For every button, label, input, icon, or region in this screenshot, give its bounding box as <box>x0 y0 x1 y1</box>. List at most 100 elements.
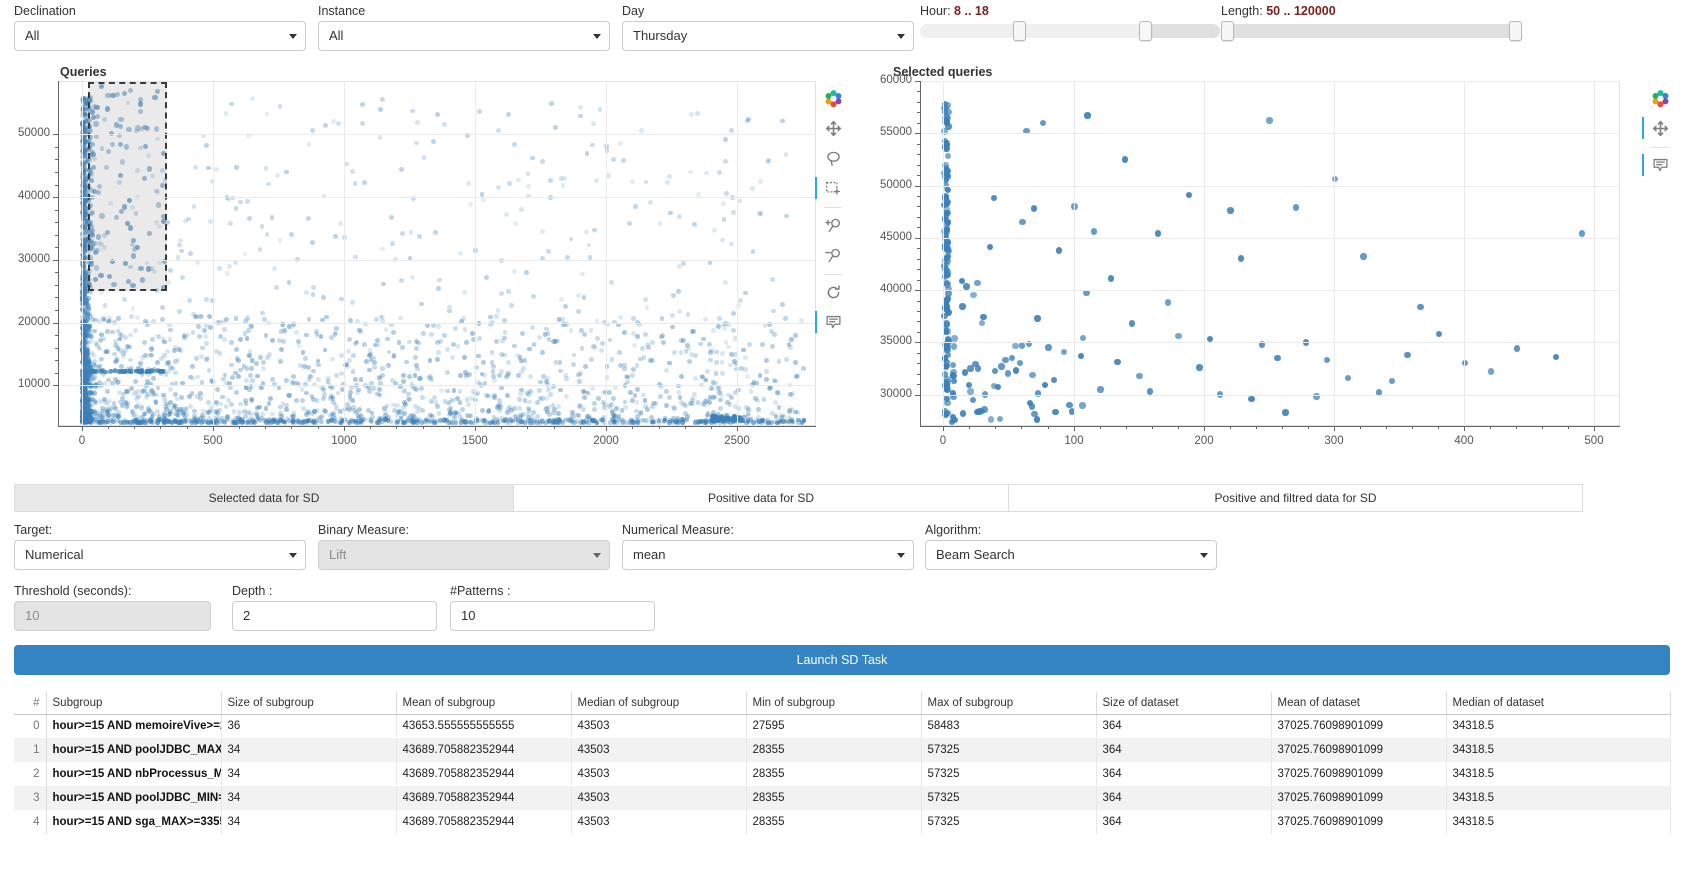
hour-slider-handle-high[interactable] <box>1139 21 1152 41</box>
scatter-point <box>667 395 673 401</box>
table-header-mean-of-dataset[interactable]: Mean of dataset <box>1271 692 1447 715</box>
tab-positive-filtred-data[interactable]: Positive and filtred data for SD <box>1008 484 1583 512</box>
scatter-point <box>591 121 597 127</box>
scatter-point <box>128 420 133 425</box>
length-slider-track[interactable] <box>1221 21 1522 41</box>
scatter-point <box>377 135 383 141</box>
scatter-point <box>406 374 412 380</box>
table-header-size-of-dataset[interactable]: Size of dataset <box>1096 692 1272 715</box>
scatter-point <box>389 240 395 246</box>
algorithm-select[interactable]: Beam Search <box>925 540 1217 570</box>
sd-data-tabs[interactable]: Selected data for SD Positive data for S… <box>14 484 1583 512</box>
table-header-subgroup[interactable]: Subgroup <box>46 692 222 715</box>
queries-plot-toolbar[interactable] <box>815 84 848 338</box>
declination-select[interactable]: All <box>14 21 306 51</box>
table-header-max-of-subgroup[interactable]: Max of subgroup <box>921 692 1097 715</box>
table-header-mean-of-subgroup[interactable]: Mean of subgroup <box>396 692 572 715</box>
scatter-point <box>944 281 951 288</box>
scatter-point <box>436 411 442 417</box>
bokeh-logo-icon[interactable] <box>819 84 847 112</box>
lasso-select-tool-icon[interactable] <box>819 144 847 172</box>
day-select[interactable]: Thursday <box>622 21 914 51</box>
scatter-point <box>622 330 628 336</box>
depth-input[interactable]: 2 <box>232 601 437 631</box>
table-header-median-of-subgroup[interactable]: Median of subgroup <box>571 692 747 715</box>
scatter-point <box>435 356 441 362</box>
pan-tool-icon[interactable] <box>819 114 847 142</box>
scatter-point <box>232 370 238 376</box>
pan-tool-icon[interactable] <box>1642 114 1674 142</box>
scatter-point <box>1028 403 1036 410</box>
instance-select[interactable]: All <box>318 21 610 51</box>
scatter-point <box>121 297 127 302</box>
zoom-in-tool-icon[interactable] <box>819 211 847 239</box>
scatter-point <box>639 128 645 134</box>
table-cell: 37025.76098901099 <box>1271 762 1447 786</box>
scatter-point <box>146 409 151 415</box>
filter-instance-label: Instance <box>318 4 366 18</box>
table-row[interactable]: 4 hour>=15 AND sga_MAX>=3355 34 43689.70588… <box>14 810 1671 834</box>
scatter-point <box>1080 335 1087 342</box>
x-axis-tick-label: 500 <box>1584 435 1604 447</box>
scatter-point <box>695 191 701 197</box>
selected-queries-plot-toolbar[interactable] <box>1642 84 1675 181</box>
scatter-point <box>720 370 726 376</box>
table-row[interactable]: 2 hour>=15 AND nbProcessus_MA 34 43689.7058… <box>14 762 1671 786</box>
scatter-point <box>314 398 320 403</box>
tab-selected-data[interactable]: Selected data for SD <box>14 484 514 512</box>
hover-tool-icon[interactable] <box>815 308 847 336</box>
table-header-median-of-dataset[interactable]: Median of dataset <box>1446 692 1671 715</box>
table-cell: 43653.555555555555 <box>396 714 572 738</box>
numerical-measure-select[interactable]: mean <box>622 540 914 570</box>
zoom-out-tool-icon[interactable] <box>819 241 847 269</box>
scatter-point <box>729 241 735 247</box>
scatter-point <box>618 140 623 146</box>
length-slider-handle-high[interactable] <box>1508 21 1522 41</box>
table-row[interactable]: 3 hour>=15 AND poolJDBC_MIN= 34 43689.70588… <box>14 786 1671 810</box>
reset-tool-icon[interactable] <box>819 278 847 306</box>
scatter-point <box>179 395 185 400</box>
scatter-point <box>643 332 649 338</box>
table-header-[interactable]: # <box>14 692 47 715</box>
queries-scatter-plot[interactable] <box>58 81 816 426</box>
hour-slider-track[interactable] <box>920 21 1220 41</box>
scatter-point <box>1360 253 1367 260</box>
scatter-point <box>150 336 155 342</box>
scatter-point <box>597 107 603 113</box>
scatter-point <box>455 411 461 416</box>
table-row[interactable]: 0 hour>=15 AND memoireVive>=2(36 43653.555… <box>14 714 1671 738</box>
scatter-point <box>491 393 497 398</box>
scatter-point <box>664 180 670 186</box>
scatter-point <box>969 396 977 403</box>
launch-sd-task-button[interactable]: Launch SD Task <box>14 645 1670 675</box>
scatter-point <box>741 347 747 353</box>
patterns-input[interactable]: 10 <box>450 601 655 631</box>
gridline <box>213 81 214 426</box>
gridline <box>58 385 816 386</box>
tab-positive-data[interactable]: Positive data for SD <box>513 484 1009 512</box>
target-select[interactable]: Numerical <box>14 540 306 570</box>
scatter-point <box>122 369 127 374</box>
scatter-point <box>725 344 731 350</box>
scatter-point <box>195 374 201 380</box>
scatter-point <box>563 394 569 399</box>
box-select-tool-icon[interactable] <box>815 174 847 202</box>
scatter-point <box>436 323 441 329</box>
hour-slider-handle-low[interactable] <box>1013 21 1026 41</box>
scatter-point <box>728 362 734 368</box>
table-row[interactable]: 1 hour>=15 AND poolJDBC_MAX> 34 43689.70588… <box>14 738 1671 762</box>
scatter-point <box>315 362 321 368</box>
bokeh-logo-icon[interactable] <box>1646 84 1674 112</box>
scatter-point <box>723 280 729 285</box>
hover-tool-icon[interactable] <box>1642 151 1674 179</box>
scatter-point <box>790 391 796 396</box>
scatter-point <box>421 154 427 160</box>
table-header-size-of-subgroup[interactable]: Size of subgroup <box>221 692 397 715</box>
scatter-point <box>536 335 542 341</box>
table-header-min-of-subgroup[interactable]: Min of subgroup <box>746 692 922 715</box>
scatter-point <box>272 265 278 271</box>
scatter-point <box>86 359 92 365</box>
length-slider-handle-low[interactable] <box>1221 21 1234 41</box>
table-cell: 28355 <box>746 762 922 786</box>
scatter-point <box>1002 356 1009 364</box>
